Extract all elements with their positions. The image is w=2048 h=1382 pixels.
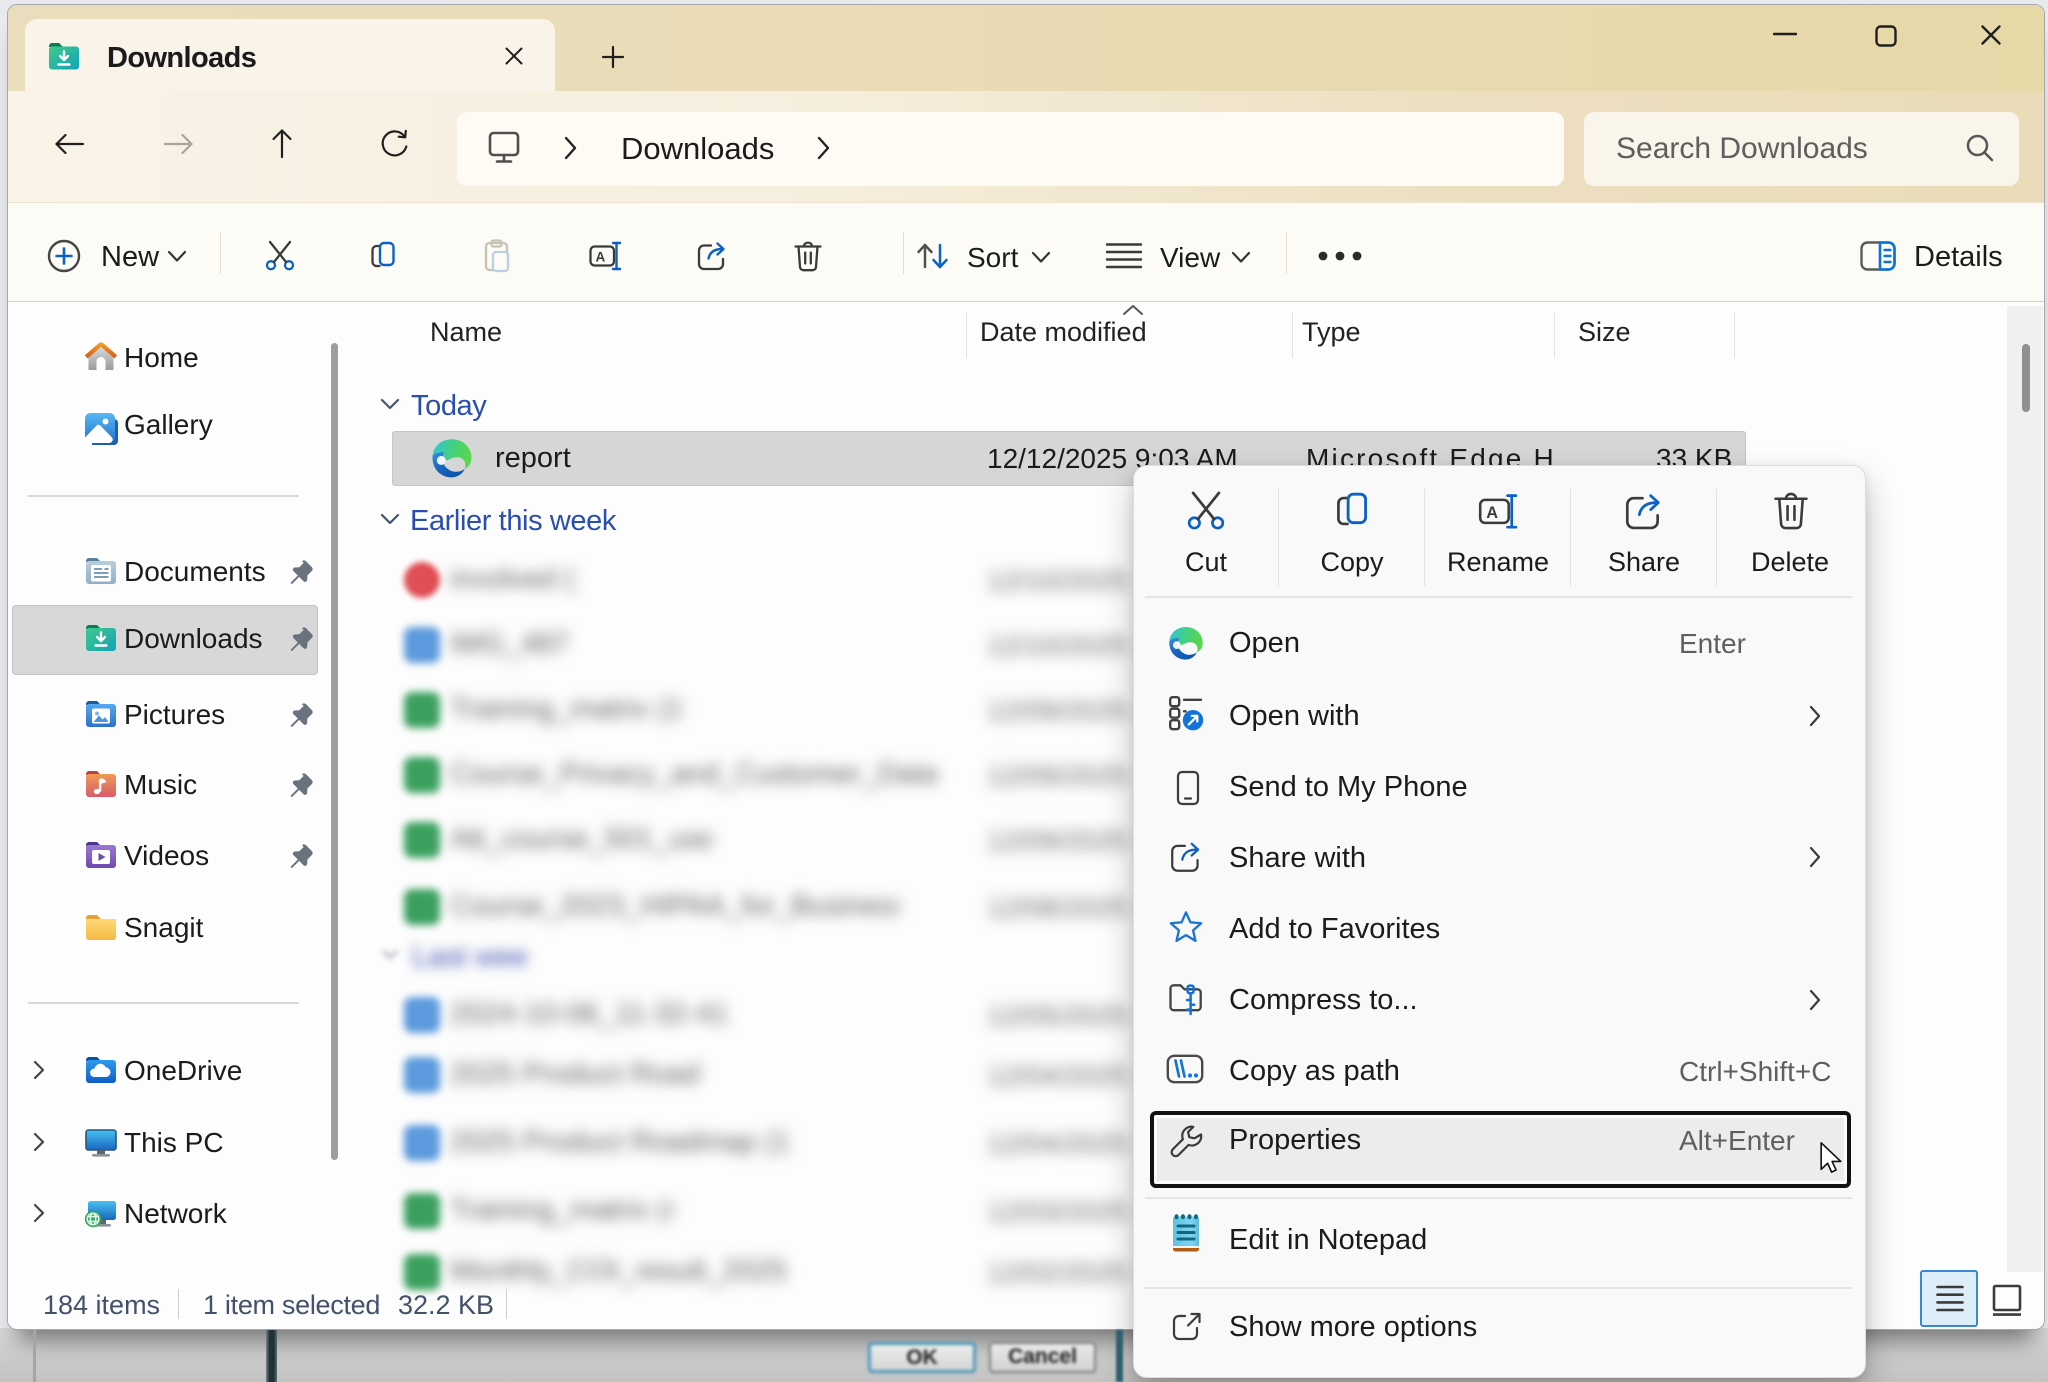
svg-text:A: A: [1486, 504, 1498, 522]
svg-text:A: A: [596, 250, 606, 265]
